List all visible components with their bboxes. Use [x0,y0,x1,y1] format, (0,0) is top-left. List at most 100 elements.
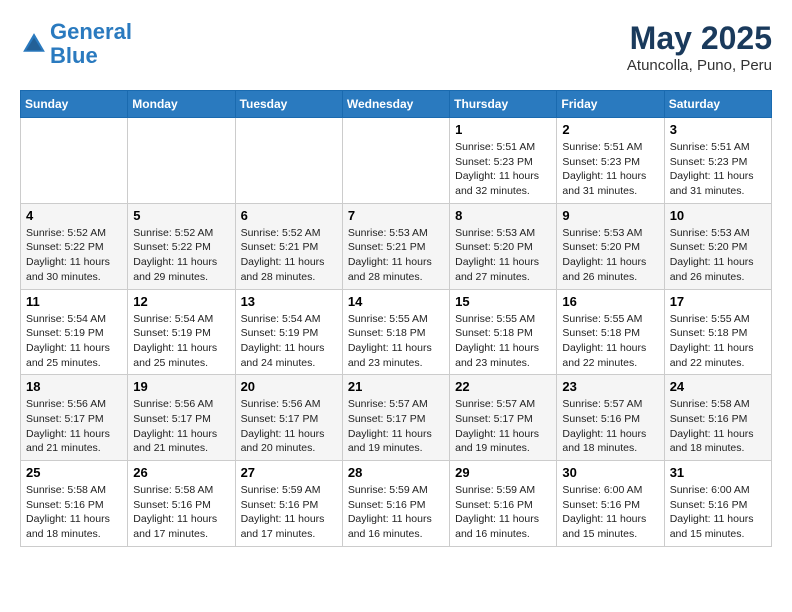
day-info: Sunrise: 5:51 AMSunset: 5:23 PMDaylight:… [562,140,658,199]
day-info: Sunrise: 5:55 AMSunset: 5:18 PMDaylight:… [455,312,551,371]
day-info: Sunrise: 5:59 AMSunset: 5:16 PMDaylight:… [348,483,444,542]
day-number: 28 [348,465,444,480]
day-info: Sunrise: 5:58 AMSunset: 5:16 PMDaylight:… [26,483,122,542]
day-number: 6 [241,208,337,223]
day-number: 22 [455,379,551,394]
day-number: 24 [670,379,766,394]
col-header-tuesday: Tuesday [235,91,342,118]
day-cell: 8 Sunrise: 5:53 AMSunset: 5:20 PMDaylight… [450,203,557,289]
day-info: Sunrise: 5:51 AMSunset: 5:23 PMDaylight:… [455,140,551,199]
day-info: Sunrise: 5:57 AMSunset: 5:16 PMDaylight:… [562,397,658,456]
day-cell: 20Sunrise: 5:56 AMSunset: 5:17 PMDayligh… [235,375,342,461]
day-info: Sunrise: 5:59 AMSunset: 5:16 PMDaylight:… [241,483,337,542]
logo-text: General Blue [50,20,132,68]
day-number: 11 [26,294,122,309]
day-number: 5 [133,208,229,223]
day-number: 13 [241,294,337,309]
day-cell [21,118,128,204]
day-info: Sunrise: 5:51 AMSunset: 5:23 PMDaylight:… [670,140,766,199]
logo-line2: Blue [50,43,98,68]
day-cell: 29Sunrise: 5:59 AMSunset: 5:16 PMDayligh… [450,461,557,547]
day-number: 2 [562,122,658,137]
day-info: Sunrise: 5:52 AMSunset: 5:21 PMDaylight:… [241,226,337,285]
day-cell: 2 Sunrise: 5:51 AMSunset: 5:23 PMDaylight… [557,118,664,204]
day-cell: 19 Sunrise: 5:56 AMSunset: 5:17 PMDayligh… [128,375,235,461]
day-cell: 9 Sunrise: 5:53 AMSunset: 5:20 PMDaylight… [557,203,664,289]
col-header-thursday: Thursday [450,91,557,118]
day-number: 30 [562,465,658,480]
logo-icon [20,30,48,58]
day-number: 10 [670,208,766,223]
day-info: Sunrise: 5:52 AMSunset: 5:22 PMDaylight:… [26,226,122,285]
day-cell: 31 Sunrise: 6:00 AMSunset: 5:16 PMDayligh… [664,461,771,547]
day-cell: 13 Sunrise: 5:54 AMSunset: 5:19 PMDayligh… [235,289,342,375]
day-cell: 15 Sunrise: 5:55 AMSunset: 5:18 PMDayligh… [450,289,557,375]
day-number: 1 [455,122,551,137]
day-info: Sunrise: 6:00 AMSunset: 5:16 PMDaylight:… [670,483,766,542]
day-number: 12 [133,294,229,309]
week-row-5: 25 Sunrise: 5:58 AMSunset: 5:16 PMDayligh… [21,461,772,547]
day-number: 19 [133,379,229,394]
location: Atuncolla, Puno, Peru [627,57,772,74]
day-cell: 11 Sunrise: 5:54 AMSunset: 5:19 PMDayligh… [21,289,128,375]
day-info: Sunrise: 5:55 AMSunset: 5:18 PMDaylight:… [562,312,658,371]
day-cell: 16 Sunrise: 5:55 AMSunset: 5:18 PMDayligh… [557,289,664,375]
day-number: 16 [562,294,658,309]
day-number: 25 [26,465,122,480]
col-header-saturday: Saturday [664,91,771,118]
calendar-header-row: SundayMondayTuesdayWednesdayThursdayFrid… [21,91,772,118]
day-cell: 4 Sunrise: 5:52 AMSunset: 5:22 PMDaylight… [21,203,128,289]
day-info: Sunrise: 5:53 AMSunset: 5:20 PMDaylight:… [670,226,766,285]
day-info: Sunrise: 6:00 AMSunset: 5:16 PMDaylight:… [562,483,658,542]
logo-line1: General [50,19,132,44]
day-cell: 22Sunrise: 5:57 AMSunset: 5:17 PMDayligh… [450,375,557,461]
day-number: 27 [241,465,337,480]
day-cell: 7Sunrise: 5:53 AMSunset: 5:21 PMDaylight… [342,203,449,289]
day-cell: 18Sunrise: 5:56 AMSunset: 5:17 PMDayligh… [21,375,128,461]
page-header: General Blue May 2025 Atuncolla, Puno, P… [20,20,772,74]
logo: General Blue [20,20,132,68]
day-cell: 14Sunrise: 5:55 AMSunset: 5:18 PMDayligh… [342,289,449,375]
day-cell: 25 Sunrise: 5:58 AMSunset: 5:16 PMDayligh… [21,461,128,547]
day-number: 8 [455,208,551,223]
week-row-1: 1 Sunrise: 5:51 AMSunset: 5:23 PMDaylight… [21,118,772,204]
day-cell: 24 Sunrise: 5:58 AMSunset: 5:16 PMDayligh… [664,375,771,461]
calendar-table: SundayMondayTuesdayWednesdayThursdayFrid… [20,90,772,547]
day-info: Sunrise: 5:53 AMSunset: 5:20 PMDaylight:… [562,226,658,285]
col-header-monday: Monday [128,91,235,118]
day-cell: 6 Sunrise: 5:52 AMSunset: 5:21 PMDaylight… [235,203,342,289]
day-number: 21 [348,379,444,394]
col-header-sunday: Sunday [21,91,128,118]
day-info: Sunrise: 5:58 AMSunset: 5:16 PMDaylight:… [670,397,766,456]
day-number: 7 [348,208,444,223]
week-row-3: 11 Sunrise: 5:54 AMSunset: 5:19 PMDayligh… [21,289,772,375]
day-cell: 17Sunrise: 5:55 AMSunset: 5:18 PMDayligh… [664,289,771,375]
day-info: Sunrise: 5:54 AMSunset: 5:19 PMDaylight:… [26,312,122,371]
day-cell: 21Sunrise: 5:57 AMSunset: 5:17 PMDayligh… [342,375,449,461]
day-cell: 5Sunrise: 5:52 AMSunset: 5:22 PMDaylight… [128,203,235,289]
col-header-friday: Friday [557,91,664,118]
day-info: Sunrise: 5:53 AMSunset: 5:20 PMDaylight:… [455,226,551,285]
week-row-2: 4 Sunrise: 5:52 AMSunset: 5:22 PMDaylight… [21,203,772,289]
day-number: 14 [348,294,444,309]
day-number: 26 [133,465,229,480]
day-info: Sunrise: 5:55 AMSunset: 5:18 PMDaylight:… [670,312,766,371]
day-cell: 26 Sunrise: 5:58 AMSunset: 5:16 PMDayligh… [128,461,235,547]
day-info: Sunrise: 5:56 AMSunset: 5:17 PMDaylight:… [133,397,229,456]
day-number: 9 [562,208,658,223]
day-cell [128,118,235,204]
day-info: Sunrise: 5:59 AMSunset: 5:16 PMDaylight:… [455,483,551,542]
day-number: 4 [26,208,122,223]
week-row-4: 18Sunrise: 5:56 AMSunset: 5:17 PMDayligh… [21,375,772,461]
day-cell: 3Sunrise: 5:51 AMSunset: 5:23 PMDaylight… [664,118,771,204]
day-cell: 1 Sunrise: 5:51 AMSunset: 5:23 PMDaylight… [450,118,557,204]
day-cell: 12Sunrise: 5:54 AMSunset: 5:19 PMDayligh… [128,289,235,375]
col-header-wednesday: Wednesday [342,91,449,118]
day-info: Sunrise: 5:54 AMSunset: 5:19 PMDaylight:… [241,312,337,371]
day-info: Sunrise: 5:58 AMSunset: 5:16 PMDaylight:… [133,483,229,542]
day-cell: 10 Sunrise: 5:53 AMSunset: 5:20 PMDayligh… [664,203,771,289]
day-cell: 30 Sunrise: 6:00 AMSunset: 5:16 PMDayligh… [557,461,664,547]
day-number: 15 [455,294,551,309]
month-year: May 2025 [627,20,772,57]
day-number: 31 [670,465,766,480]
